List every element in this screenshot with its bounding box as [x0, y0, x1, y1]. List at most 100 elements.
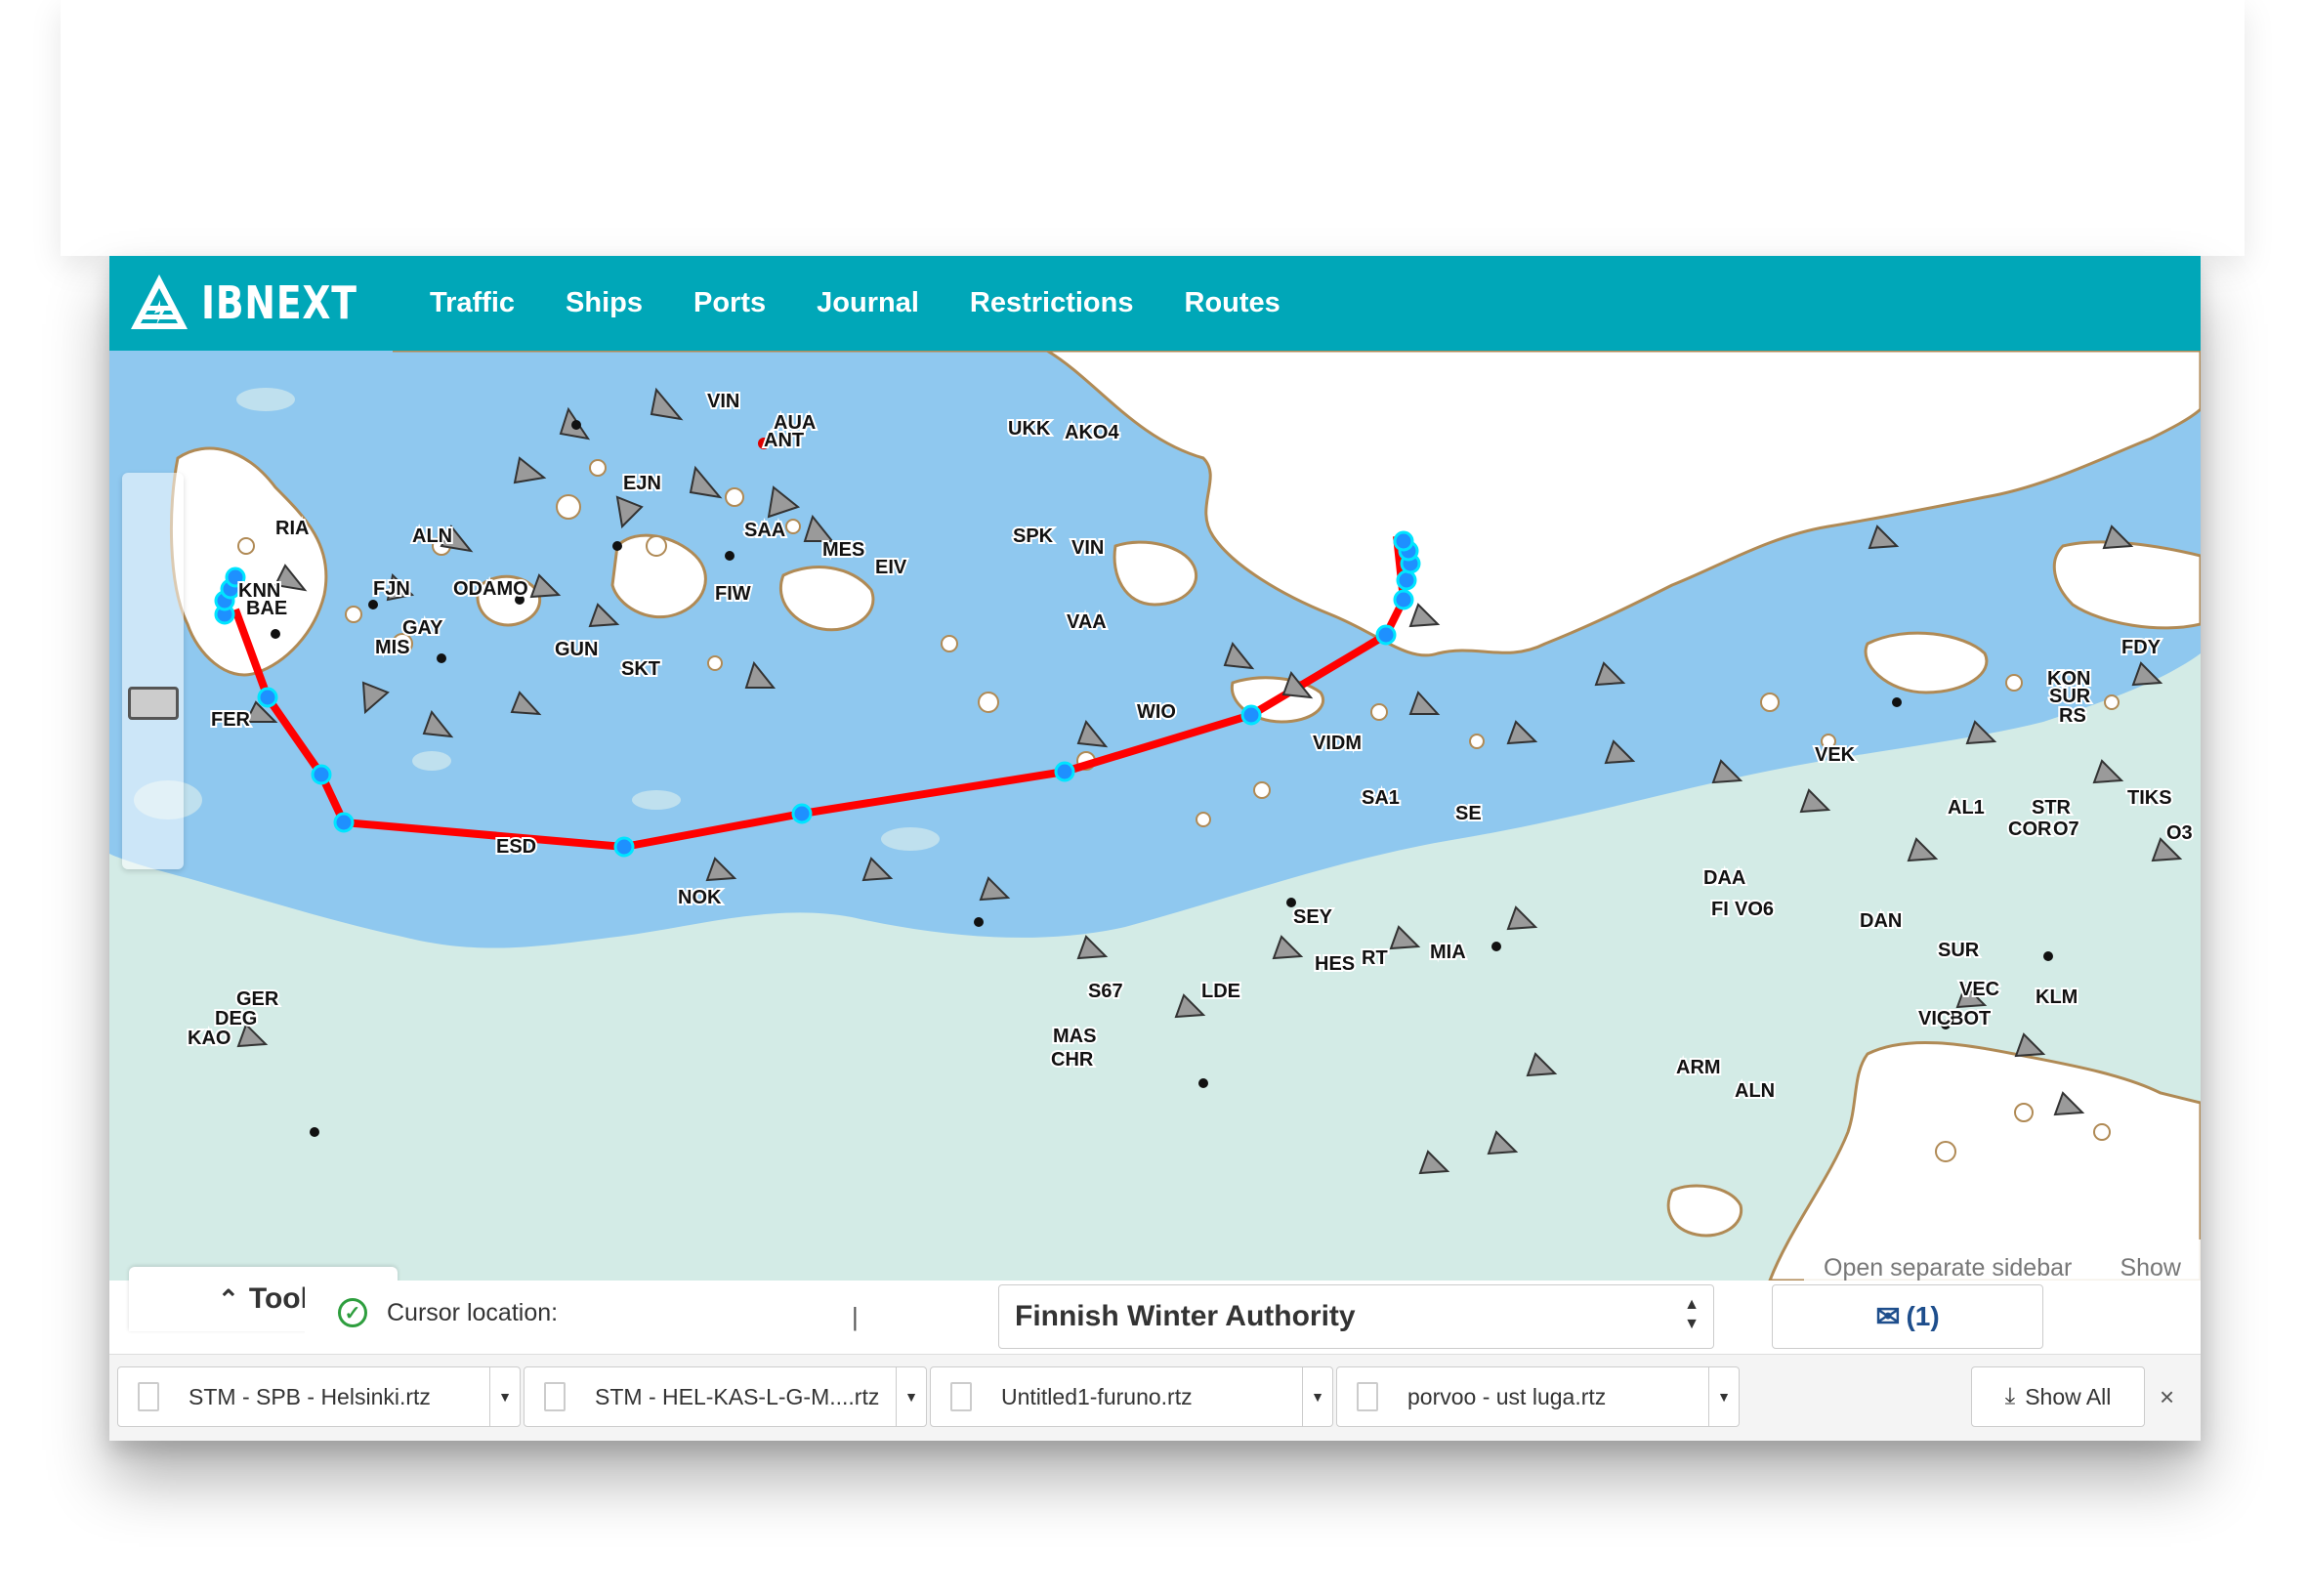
ship-label: FIW: [715, 583, 751, 605]
ship-label: FDY: [2121, 637, 2162, 658]
ship-label: VO6: [1735, 899, 1774, 920]
file-icon: [1357, 1382, 1378, 1411]
ship-label: VIN: [1071, 537, 1104, 559]
ship-label: MAS: [1053, 1026, 1096, 1047]
show-all-button[interactable]: ⤓ Show All: [1971, 1366, 2145, 1427]
ship-label: FI: [1711, 899, 1729, 920]
ship-label: AKO4: [1065, 422, 1119, 443]
ship-label: COR: [2008, 819, 2052, 840]
route-file-tab[interactable]: STM - SPB - Helsinki.rtz ▼: [117, 1366, 521, 1427]
status-divider: |: [852, 1302, 859, 1331]
status-bar: ✓ Cursor location: | Finnish Winter Auth…: [305, 1281, 2201, 1354]
ship-label: SUR: [2049, 686, 2091, 707]
close-icon[interactable]: ×: [2160, 1382, 2174, 1412]
caret-down-icon[interactable]: ▼: [1302, 1367, 1332, 1426]
show-sidebar-link[interactable]: Show: [2120, 1254, 2181, 1281]
ship-label: VIC: [1918, 1008, 1951, 1029]
zoom-slider[interactable]: [122, 473, 184, 869]
ship-label: O3: [2166, 822, 2193, 844]
nav-routes[interactable]: Routes: [1185, 287, 1280, 319]
brand-name: IBNEXT: [201, 276, 357, 329]
route-file-tab[interactable]: STM - HEL-KAS-L-G-M....rtz ▼: [524, 1366, 927, 1427]
ship-label: EJN: [623, 473, 661, 494]
route-file-tab[interactable]: porvoo - ust luga.rtz ▼: [1336, 1366, 1740, 1427]
ship-label: DEG: [215, 1008, 257, 1029]
ship-label: FJN: [373, 578, 410, 600]
ship-label: EIV: [875, 557, 907, 578]
ship-label: MIS: [375, 637, 410, 658]
route-file-name: porvoo - ust luga.rtz: [1407, 1383, 1607, 1409]
main-nav: Traffic Ships Ports Journal Restrictions…: [430, 256, 1331, 351]
ship-label: AL1: [1948, 797, 1985, 819]
ship-label: GER: [236, 988, 279, 1010]
ship-label: SEY: [1293, 906, 1333, 928]
ship-label: LDE: [1201, 981, 1240, 1002]
zoom-slider-handle[interactable]: [128, 687, 179, 720]
ship-label: VEK: [1815, 744, 1856, 766]
ship-label: ODAMO: [453, 578, 528, 600]
ship-label: ANT: [764, 430, 804, 451]
nav-ports[interactable]: Ports: [693, 287, 766, 319]
cursor-location-label: Cursor location:: [387, 1298, 559, 1326]
ship-label: MES: [822, 539, 864, 561]
top-navbar: IBNEXT Traffic Ships Ports Journal Restr…: [109, 256, 2201, 351]
nav-traffic[interactable]: Traffic: [430, 287, 515, 319]
ship-label: SPK: [1013, 525, 1054, 547]
map-canvas[interactable]: VIN AUA ANT UKK AKO4 EJN RIA ALN SAA MES…: [109, 351, 2201, 1281]
ship-label: KLM: [2036, 987, 2078, 1008]
ship-label: SE: [1455, 803, 1482, 824]
route-files-bar: STM - SPB - Helsinki.rtz ▼ STM - HEL-KAS…: [109, 1354, 2201, 1441]
file-icon: [950, 1382, 972, 1411]
ship-label: RT: [1362, 947, 1388, 969]
ship-label: DAN: [1860, 910, 1902, 932]
messages-button[interactable]: ✉ (1): [1772, 1284, 2043, 1349]
nav-journal[interactable]: Journal: [817, 287, 919, 319]
nav-restrictions[interactable]: Restrictions: [970, 287, 1134, 319]
ship-label: GUN: [555, 639, 598, 660]
ship-label: BOT: [1950, 1008, 1991, 1029]
logo-icon: [131, 274, 188, 329]
caret-down-icon[interactable]: ▼: [1708, 1367, 1739, 1426]
show-all-label: Show All: [2025, 1383, 2112, 1409]
ship-label: FER: [211, 709, 251, 731]
open-sidebar-bar: Open separate sidebar Show: [1804, 1239, 2201, 1281]
ship-label: ARM: [1676, 1057, 1721, 1078]
ship-label: MIA: [1430, 942, 1466, 963]
envelope-icon: ✉: [1875, 1300, 1901, 1333]
ship-label: CHR: [1051, 1049, 1094, 1071]
select-arrows-icon: ▲ ▼: [1684, 1296, 1700, 1332]
open-sidebar-label: Open separate sidebar: [1824, 1254, 2073, 1281]
ship-label: BAE: [246, 598, 287, 619]
file-icon: [138, 1382, 159, 1411]
ship-label: SKT: [621, 658, 660, 680]
app-window: IBNEXT Traffic Ships Ports Journal Restr…: [109, 256, 2201, 1441]
ship-label: ALN: [1735, 1080, 1775, 1102]
authority-value: Finnish Winter Authority: [1015, 1300, 1356, 1332]
ship-label: SAA: [744, 520, 785, 541]
ship-label: VIN: [707, 391, 739, 412]
ship-label: STR: [2032, 797, 2072, 819]
ship-label: ALN: [412, 525, 452, 547]
nav-ships[interactable]: Ships: [566, 287, 643, 319]
cursor-location: ✓ Cursor location:: [338, 1298, 558, 1327]
caret-down-icon[interactable]: ▼: [489, 1367, 520, 1426]
ship-label: TIKS: [2127, 787, 2172, 809]
file-icon: [544, 1382, 566, 1411]
caret-down-icon[interactable]: ▼: [896, 1367, 926, 1426]
ship-label: VEC: [1959, 979, 1999, 1000]
ship-label: DAA: [1703, 867, 1745, 889]
ship-label: S67: [1088, 981, 1123, 1002]
ship-label: HES: [1315, 953, 1355, 975]
route-file-name: STM - HEL-KAS-L-G-M....rtz: [595, 1383, 880, 1409]
route-file-tab[interactable]: Untitled1-furuno.rtz ▼: [930, 1366, 1333, 1427]
ship-label: SUR: [1938, 940, 1980, 961]
chevron-up-icon: ⌃: [218, 1283, 239, 1314]
ship-label: KAO: [188, 1028, 231, 1049]
authority-select[interactable]: Finnish Winter Authority ▲ ▼: [998, 1284, 1714, 1349]
ship-label: NOK: [678, 887, 722, 908]
ship-label: ESD: [496, 836, 536, 858]
map-svg[interactable]: VIN AUA ANT UKK AKO4 EJN RIA ALN SAA MES…: [109, 351, 2201, 1281]
messages-count: (1): [1906, 1301, 1940, 1331]
brand-logo[interactable]: IBNEXT: [127, 268, 392, 338]
route-file-name: STM - SPB - Helsinki.rtz: [189, 1383, 431, 1409]
